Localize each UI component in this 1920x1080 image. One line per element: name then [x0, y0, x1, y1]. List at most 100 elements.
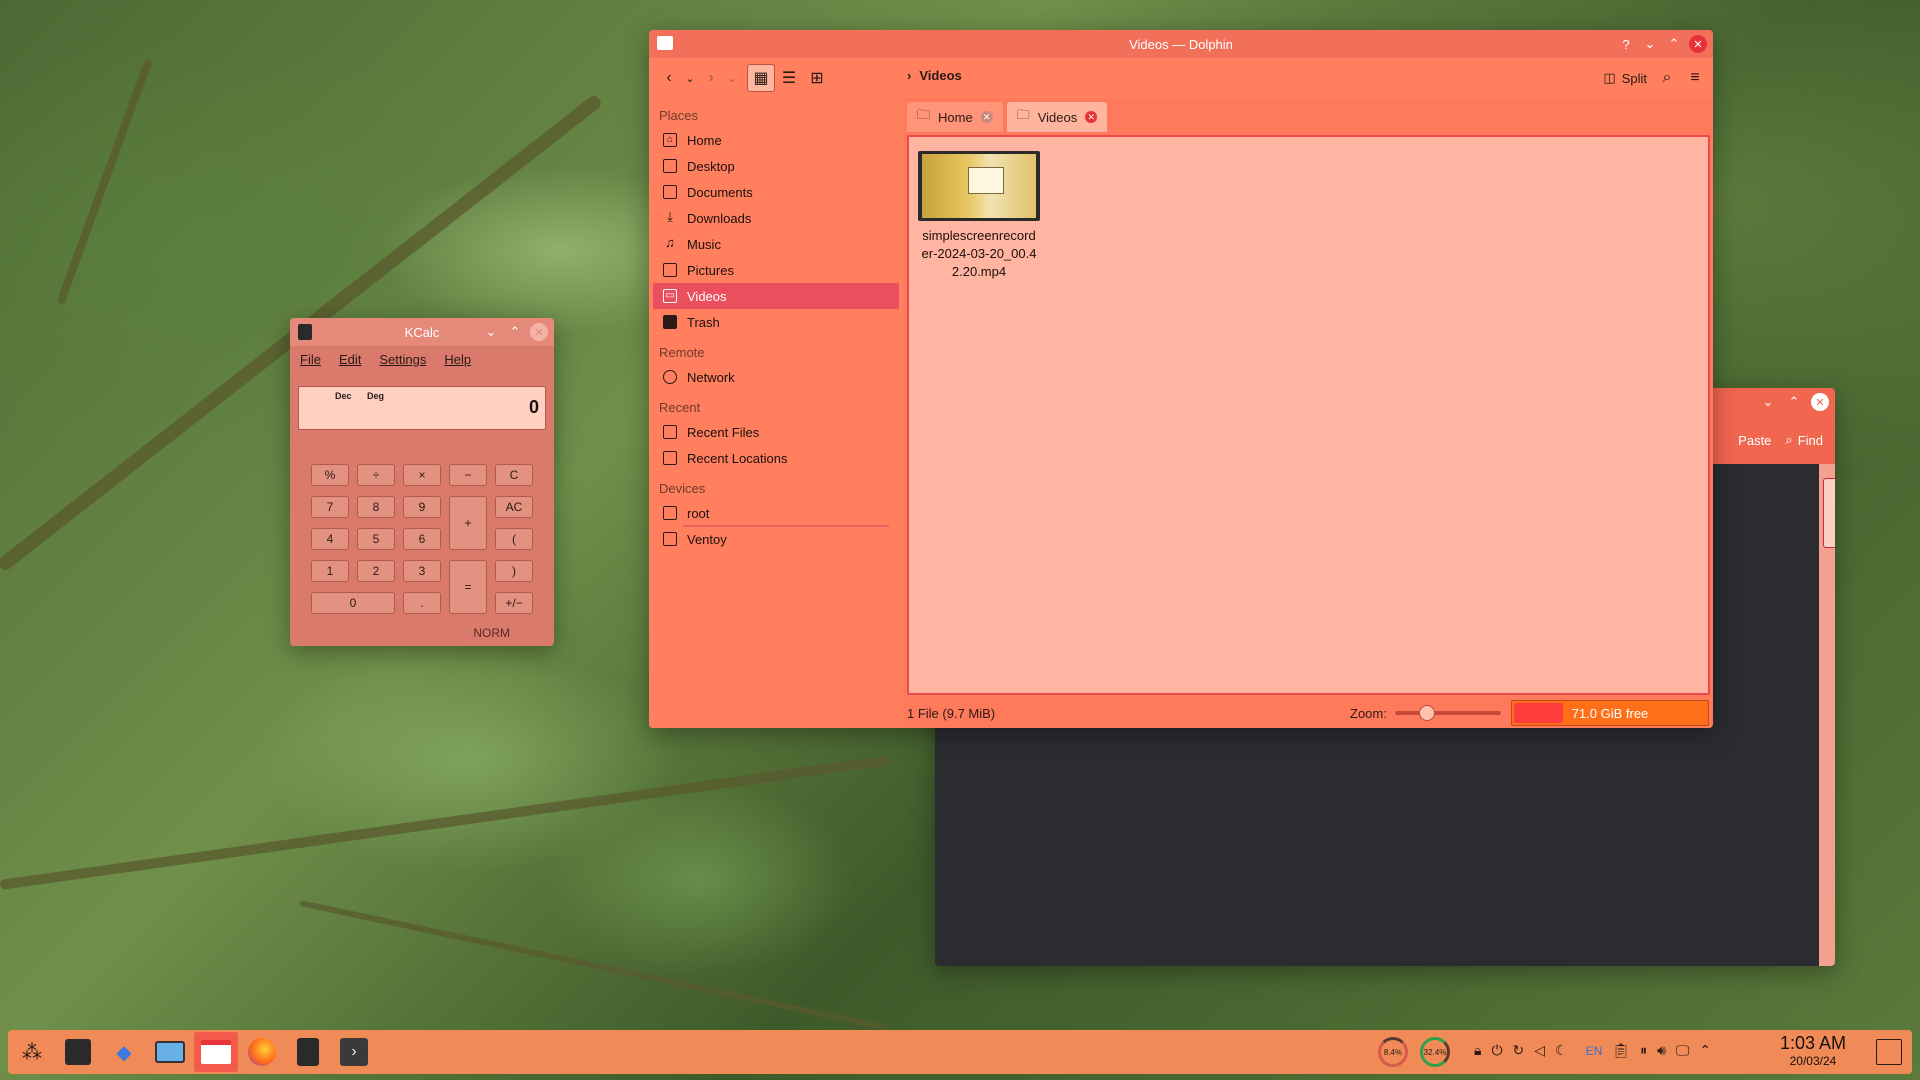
key-clear[interactable]: C: [495, 464, 533, 486]
zoom-slider[interactable]: [1394, 705, 1501, 721]
forward-icon[interactable]: ›: [697, 64, 725, 92]
kcalc-window[interactable]: KCalc ⌄ ⌃ ✕ File Edit Settings Help Dec …: [290, 318, 554, 646]
key-plus-minus[interactable]: +/−: [495, 592, 533, 614]
icons-view-icon[interactable]: ▦: [747, 64, 775, 92]
key-multiply[interactable]: ×: [403, 464, 441, 486]
keyboard-layout[interactable]: EN: [1586, 1044, 1603, 1058]
key-7[interactable]: 7: [311, 496, 349, 518]
sidebar-item-root[interactable]: root: [653, 500, 899, 527]
search-icon[interactable]: ⌕: [1653, 64, 1681, 92]
sidebar-item-documents[interactable]: Documents: [653, 179, 899, 205]
key-6[interactable]: 6: [403, 528, 441, 550]
task-terminal[interactable]: ›: [332, 1032, 376, 1072]
tab-videos[interactable]: 🗀 Videos ✕: [1006, 102, 1108, 132]
scrollbar-thumb[interactable]: [1823, 478, 1835, 548]
task-firefox[interactable]: [240, 1032, 284, 1072]
key-1[interactable]: 1: [311, 560, 349, 582]
key-percent[interactable]: %: [311, 464, 349, 486]
back-circle-icon[interactable]: ◁: [1534, 1042, 1545, 1059]
task-kcalc[interactable]: [286, 1032, 330, 1072]
tab-home[interactable]: 🗀 Home ✕: [907, 102, 1003, 132]
key-minus[interactable]: −: [449, 464, 487, 486]
key-9[interactable]: 9: [403, 496, 441, 518]
refresh-icon[interactable]: ↻: [1513, 1042, 1525, 1059]
volume-icon[interactable]: 🔊︎: [1657, 1042, 1666, 1059]
help-icon[interactable]: ?: [1617, 35, 1635, 53]
close-icon[interactable]: ✕: [1689, 35, 1707, 53]
key-0[interactable]: 0: [311, 592, 395, 614]
dolphin-titlebar[interactable]: Videos — Dolphin ? ⌄ ⌃ ✕: [649, 30, 1713, 58]
close-tab-icon[interactable]: ✕: [1085, 111, 1098, 123]
close-icon[interactable]: ✕: [1811, 393, 1829, 411]
minimize-icon[interactable]: ⌄: [1641, 35, 1659, 53]
key-dot[interactable]: .: [403, 592, 441, 614]
menu-edit[interactable]: Edit: [339, 352, 361, 367]
sidebar-item-home[interactable]: ⌂ Home: [653, 127, 899, 153]
cpu-gauge[interactable]: 8.4%: [1378, 1037, 1408, 1067]
key-equals[interactable]: =: [449, 560, 487, 614]
key-5[interactable]: 5: [357, 528, 395, 550]
kcalc-titlebar[interactable]: KCalc ⌄ ⌃ ✕: [290, 318, 554, 346]
file-item[interactable]: simplescreenrecorder-2024-03-20_00.42.20…: [913, 151, 1045, 281]
dolphin-window[interactable]: Videos — Dolphin ? ⌄ ⌃ ✕ ‹ ⌄ › ⌄ ▦ ☰ ⊞ ◫…: [649, 30, 1713, 728]
sidebar-item-desktop[interactable]: Desktop: [653, 153, 899, 179]
memory-gauge[interactable]: 32.4%: [1420, 1037, 1450, 1067]
scrollbar[interactable]: [1819, 464, 1835, 966]
close-tab-icon[interactable]: ✕: [980, 111, 993, 123]
paste-button[interactable]: Paste: [1738, 433, 1771, 448]
breadcrumb[interactable]: › Videos: [907, 64, 962, 86]
key-plus[interactable]: +: [449, 496, 487, 550]
key-all-clear[interactable]: AC: [495, 496, 533, 518]
maximize-icon[interactable]: ⌃: [1785, 393, 1803, 411]
clipboard-icon[interactable]: 📋︎: [1612, 1042, 1630, 1059]
menu-help[interactable]: Help: [444, 352, 471, 367]
split-button[interactable]: ◫ Split: [1603, 70, 1647, 86]
find-button[interactable]: ⌕ Find: [1785, 432, 1823, 448]
file-view[interactable]: simplescreenrecorder-2024-03-20_00.42.20…: [907, 135, 1710, 695]
night-mode-icon[interactable]: ☾: [1555, 1042, 1568, 1059]
back-history-icon[interactable]: ⌄: [683, 64, 697, 92]
sidebar-item-ventoy[interactable]: Ventoy: [653, 526, 899, 552]
key-2[interactable]: 2: [357, 560, 395, 582]
key-4[interactable]: 4: [311, 528, 349, 550]
key-8[interactable]: 8: [357, 496, 395, 518]
key-divide[interactable]: ÷: [357, 464, 395, 486]
hamburger-menu-icon[interactable]: ≡: [1681, 64, 1709, 92]
forward-history-icon[interactable]: ⌄: [725, 64, 739, 92]
power-icon[interactable]: ⏻: [1491, 1042, 1502, 1059]
details-view-icon[interactable]: ☰: [775, 64, 803, 92]
free-space-indicator[interactable]: 71.0 GiB free: [1511, 700, 1709, 726]
key-paren-close[interactable]: ): [495, 560, 533, 582]
task-system-settings[interactable]: [56, 1032, 100, 1072]
maximize-icon[interactable]: ⌃: [506, 323, 524, 341]
menu-settings[interactable]: Settings: [379, 352, 426, 367]
menu-file[interactable]: File: [300, 352, 321, 367]
compact-view-icon[interactable]: ⊞: [803, 64, 831, 92]
media-pause-icon[interactable]: ⏸: [1640, 1042, 1647, 1059]
show-desktop-button[interactable]: [1876, 1039, 1902, 1065]
task-screenshot[interactable]: [148, 1032, 192, 1072]
sidebar-item-network[interactable]: Network: [653, 364, 899, 390]
sidebar-item-recent-locations[interactable]: Recent Locations: [653, 445, 899, 471]
minimize-icon[interactable]: ⌄: [482, 323, 500, 341]
maximize-icon[interactable]: ⌃: [1665, 35, 1683, 53]
sidebar-item-videos[interactable]: ▭ Videos: [653, 283, 899, 309]
digital-clock[interactable]: 1:03 AM 20/03/24: [1780, 1034, 1846, 1070]
chevron-up-icon[interactable]: ⌃: [1699, 1042, 1711, 1059]
task-dolphin[interactable]: [194, 1032, 238, 1072]
display-icon[interactable]: 🖵: [1676, 1042, 1690, 1059]
sidebar-item-music[interactable]: ♫ Music: [653, 231, 899, 257]
key-3[interactable]: 3: [403, 560, 441, 582]
sidebar-item-downloads[interactable]: ⤓ Downloads: [653, 205, 899, 231]
close-icon[interactable]: ✕: [530, 323, 548, 341]
sidebar-item-trash[interactable]: Trash: [653, 309, 899, 335]
sidebar-item-pictures[interactable]: Pictures: [653, 257, 899, 283]
task-discover[interactable]: ◆: [102, 1032, 146, 1072]
breadcrumb-item[interactable]: Videos: [919, 68, 961, 83]
back-icon[interactable]: ‹: [655, 64, 683, 92]
sidebar-item-recent-files[interactable]: Recent Files: [653, 419, 899, 445]
key-paren-open[interactable]: (: [495, 528, 533, 550]
minimize-icon[interactable]: ⌄: [1759, 393, 1777, 411]
zoom-slider-handle[interactable]: [1418, 705, 1435, 721]
lock-icon[interactable]: 🔒︎: [1474, 1042, 1481, 1059]
